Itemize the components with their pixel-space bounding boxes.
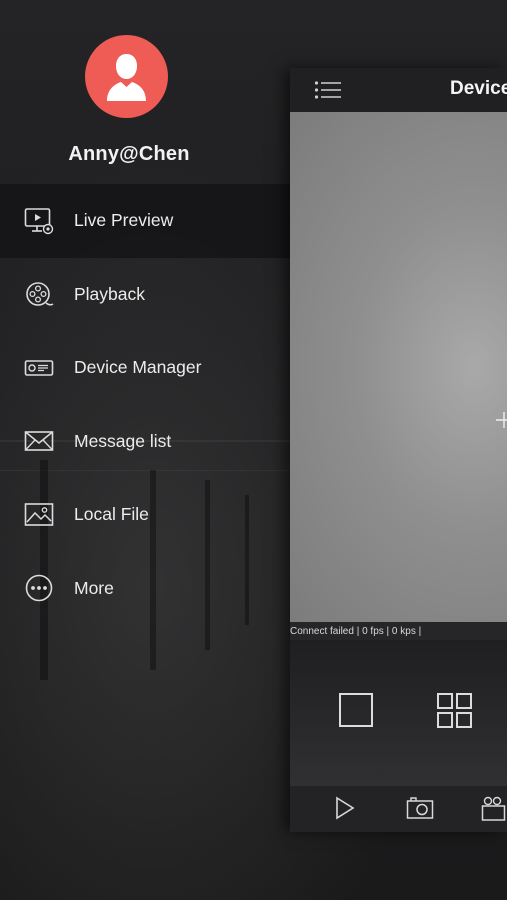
image-icon [24, 502, 54, 526]
side-menu: Live Preview Playback Device Manager Mes… [0, 184, 290, 625]
record-video-icon[interactable] [481, 795, 507, 823]
add-camera-plus-icon[interactable] [496, 412, 507, 428]
list-menu-icon[interactable] [314, 80, 342, 100]
quad-view-layout-icon[interactable] [437, 693, 473, 729]
menu-item-more[interactable]: More [0, 552, 290, 626]
play-icon[interactable] [334, 795, 356, 821]
device-manager-icon [24, 359, 54, 376]
menu-item-local-file[interactable]: Local File [0, 478, 290, 552]
connection-status-text: Connect failed | 0 fps | 0 kps | [290, 626, 422, 637]
menu-label-playback: Playback [74, 283, 146, 304]
menu-label-live-preview: Live Preview [74, 210, 174, 231]
panel-title: Device [450, 78, 507, 99]
menu-item-live-preview[interactable]: Live Preview [0, 184, 290, 258]
panel-topbar: Device [290, 68, 507, 112]
menu-label-message-list: Message list [74, 430, 172, 451]
menu-item-message-list[interactable]: Message list [0, 405, 290, 479]
playback-reel-icon [26, 282, 54, 307]
envelope-icon [24, 431, 54, 452]
user-silhouette-icon [107, 54, 146, 101]
panel-toolbar [290, 786, 507, 832]
snapshot-camera-icon[interactable] [406, 795, 434, 821]
user-avatar[interactable] [85, 35, 168, 118]
menu-label-local-file: Local File [74, 504, 149, 525]
live-preview-panel: Device Connect failed | 0 fps | 0 kps | [290, 68, 507, 832]
more-dots-icon [25, 574, 53, 602]
live-preview-icon [24, 207, 54, 234]
single-view-layout-icon[interactable] [339, 693, 373, 727]
menu-item-playback[interactable]: Playback [0, 258, 290, 332]
video-view[interactable] [290, 112, 507, 622]
menu-label-device-manager: Device Manager [74, 357, 202, 378]
layout-selector [290, 640, 507, 786]
username-label: Anny@Chen [68, 143, 190, 165]
menu-item-device-manager[interactable]: Device Manager [0, 331, 290, 405]
menu-label-more: More [74, 577, 114, 598]
